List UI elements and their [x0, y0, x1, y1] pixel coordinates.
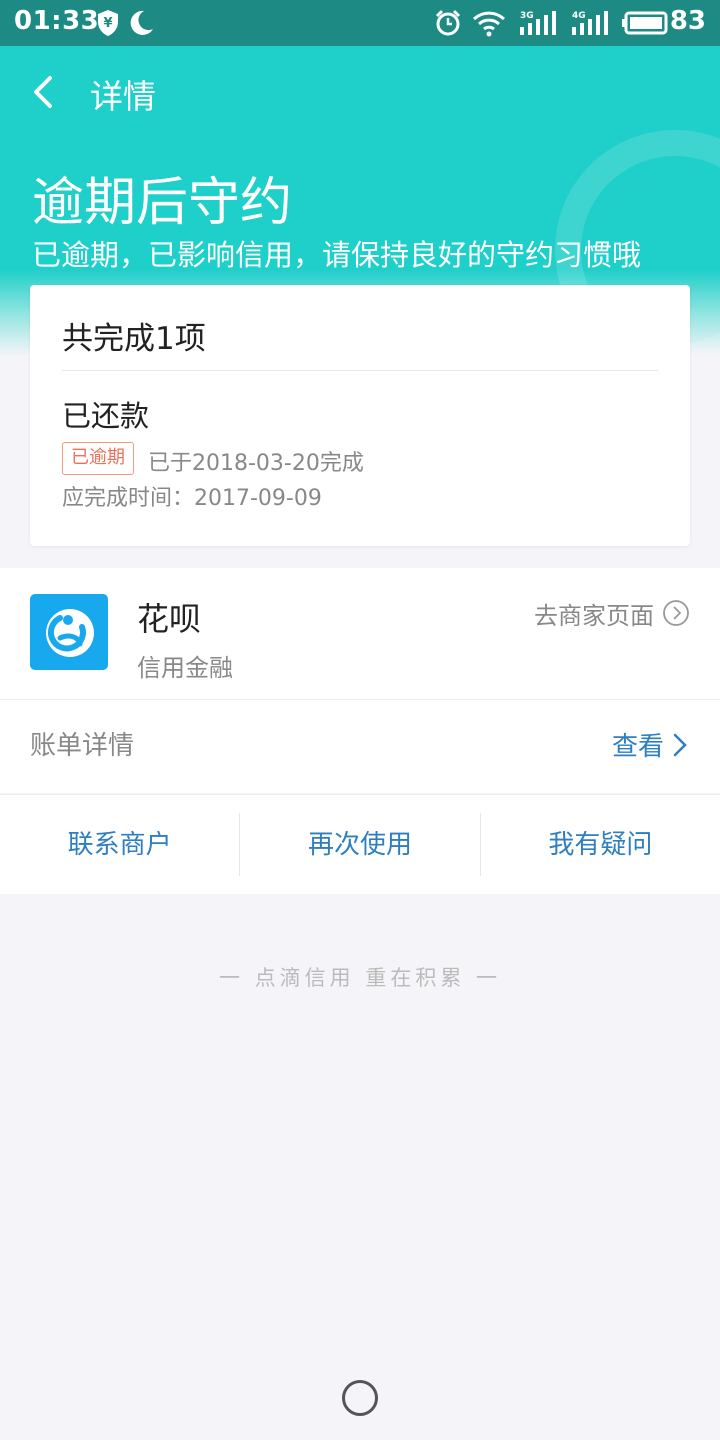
view-bill-link[interactable]: 查看: [612, 726, 688, 763]
chevron-right-circle-icon: [663, 600, 689, 626]
chevron-right-icon: [673, 733, 687, 756]
goto-merchant-label: 去商家页面: [534, 601, 654, 630]
footer-slogan: 一 点滴信用 重在积累 一: [218, 966, 502, 990]
bill-details-label: 账单详情: [30, 731, 135, 761]
home-button[interactable]: [342, 1380, 378, 1416]
deadline-date: 应完成时间：2017-09-09: [62, 486, 322, 511]
use-again-button[interactable]: 再次使用: [240, 795, 479, 894]
completed-date: 已于2018-03-20完成: [148, 451, 364, 476]
signal-3g-icon: 3G: [518, 9, 558, 41]
ask-question-button[interactable]: 我有疑问: [481, 795, 720, 894]
svg-text:¥: ¥: [103, 16, 112, 31]
contact-merchant-button[interactable]: 联系商户: [0, 795, 239, 894]
overdue-badge: 已逾期: [62, 442, 134, 475]
action-bar: 联系商户 再次使用 我有疑问: [0, 794, 720, 894]
huabei-logo: [30, 594, 108, 670]
page-subtitle: 已逾期，已影响信用，请保持良好的守约习惯哦: [32, 238, 642, 272]
page-title: 逾期后守约: [32, 173, 293, 233]
completed-count: 共完成1项: [62, 321, 206, 357]
goto-merchant-link[interactable]: 去商家页面: [534, 598, 690, 630]
summary-card: 共完成1项 已还款 已逾期 已于2018-03-20完成 应完成时间：2017-…: [30, 285, 690, 546]
chevron-left-icon[interactable]: [24, 68, 64, 116]
alarm-icon: [434, 9, 462, 41]
network-4g-label: 4G: [572, 11, 586, 21]
shield-yen-icon: ¥: [96, 9, 120, 41]
nav-title: 详情: [90, 77, 156, 116]
divider: [0, 699, 720, 700]
moon-icon: [128, 9, 154, 41]
battery-percent: 83: [669, 6, 706, 36]
wifi-icon: [472, 9, 506, 41]
status-time: 01:33: [14, 6, 100, 36]
view-bill-label: 查看: [611, 732, 664, 762]
task-title: 已还款: [62, 399, 150, 433]
merchant-section: 花呗 信用金融 去商家页面 账单详情 查看: [0, 568, 720, 793]
divider: [62, 370, 658, 371]
merchant-category: 信用金融: [137, 654, 233, 682]
signal-4g-icon: 4G: [570, 9, 610, 41]
network-3g-label: 3G: [520, 11, 534, 21]
merchant-name: 花呗: [137, 600, 202, 638]
status-bar: 01:33 ¥ 3G 4G 83: [0, 0, 720, 46]
battery-icon: [622, 9, 668, 41]
